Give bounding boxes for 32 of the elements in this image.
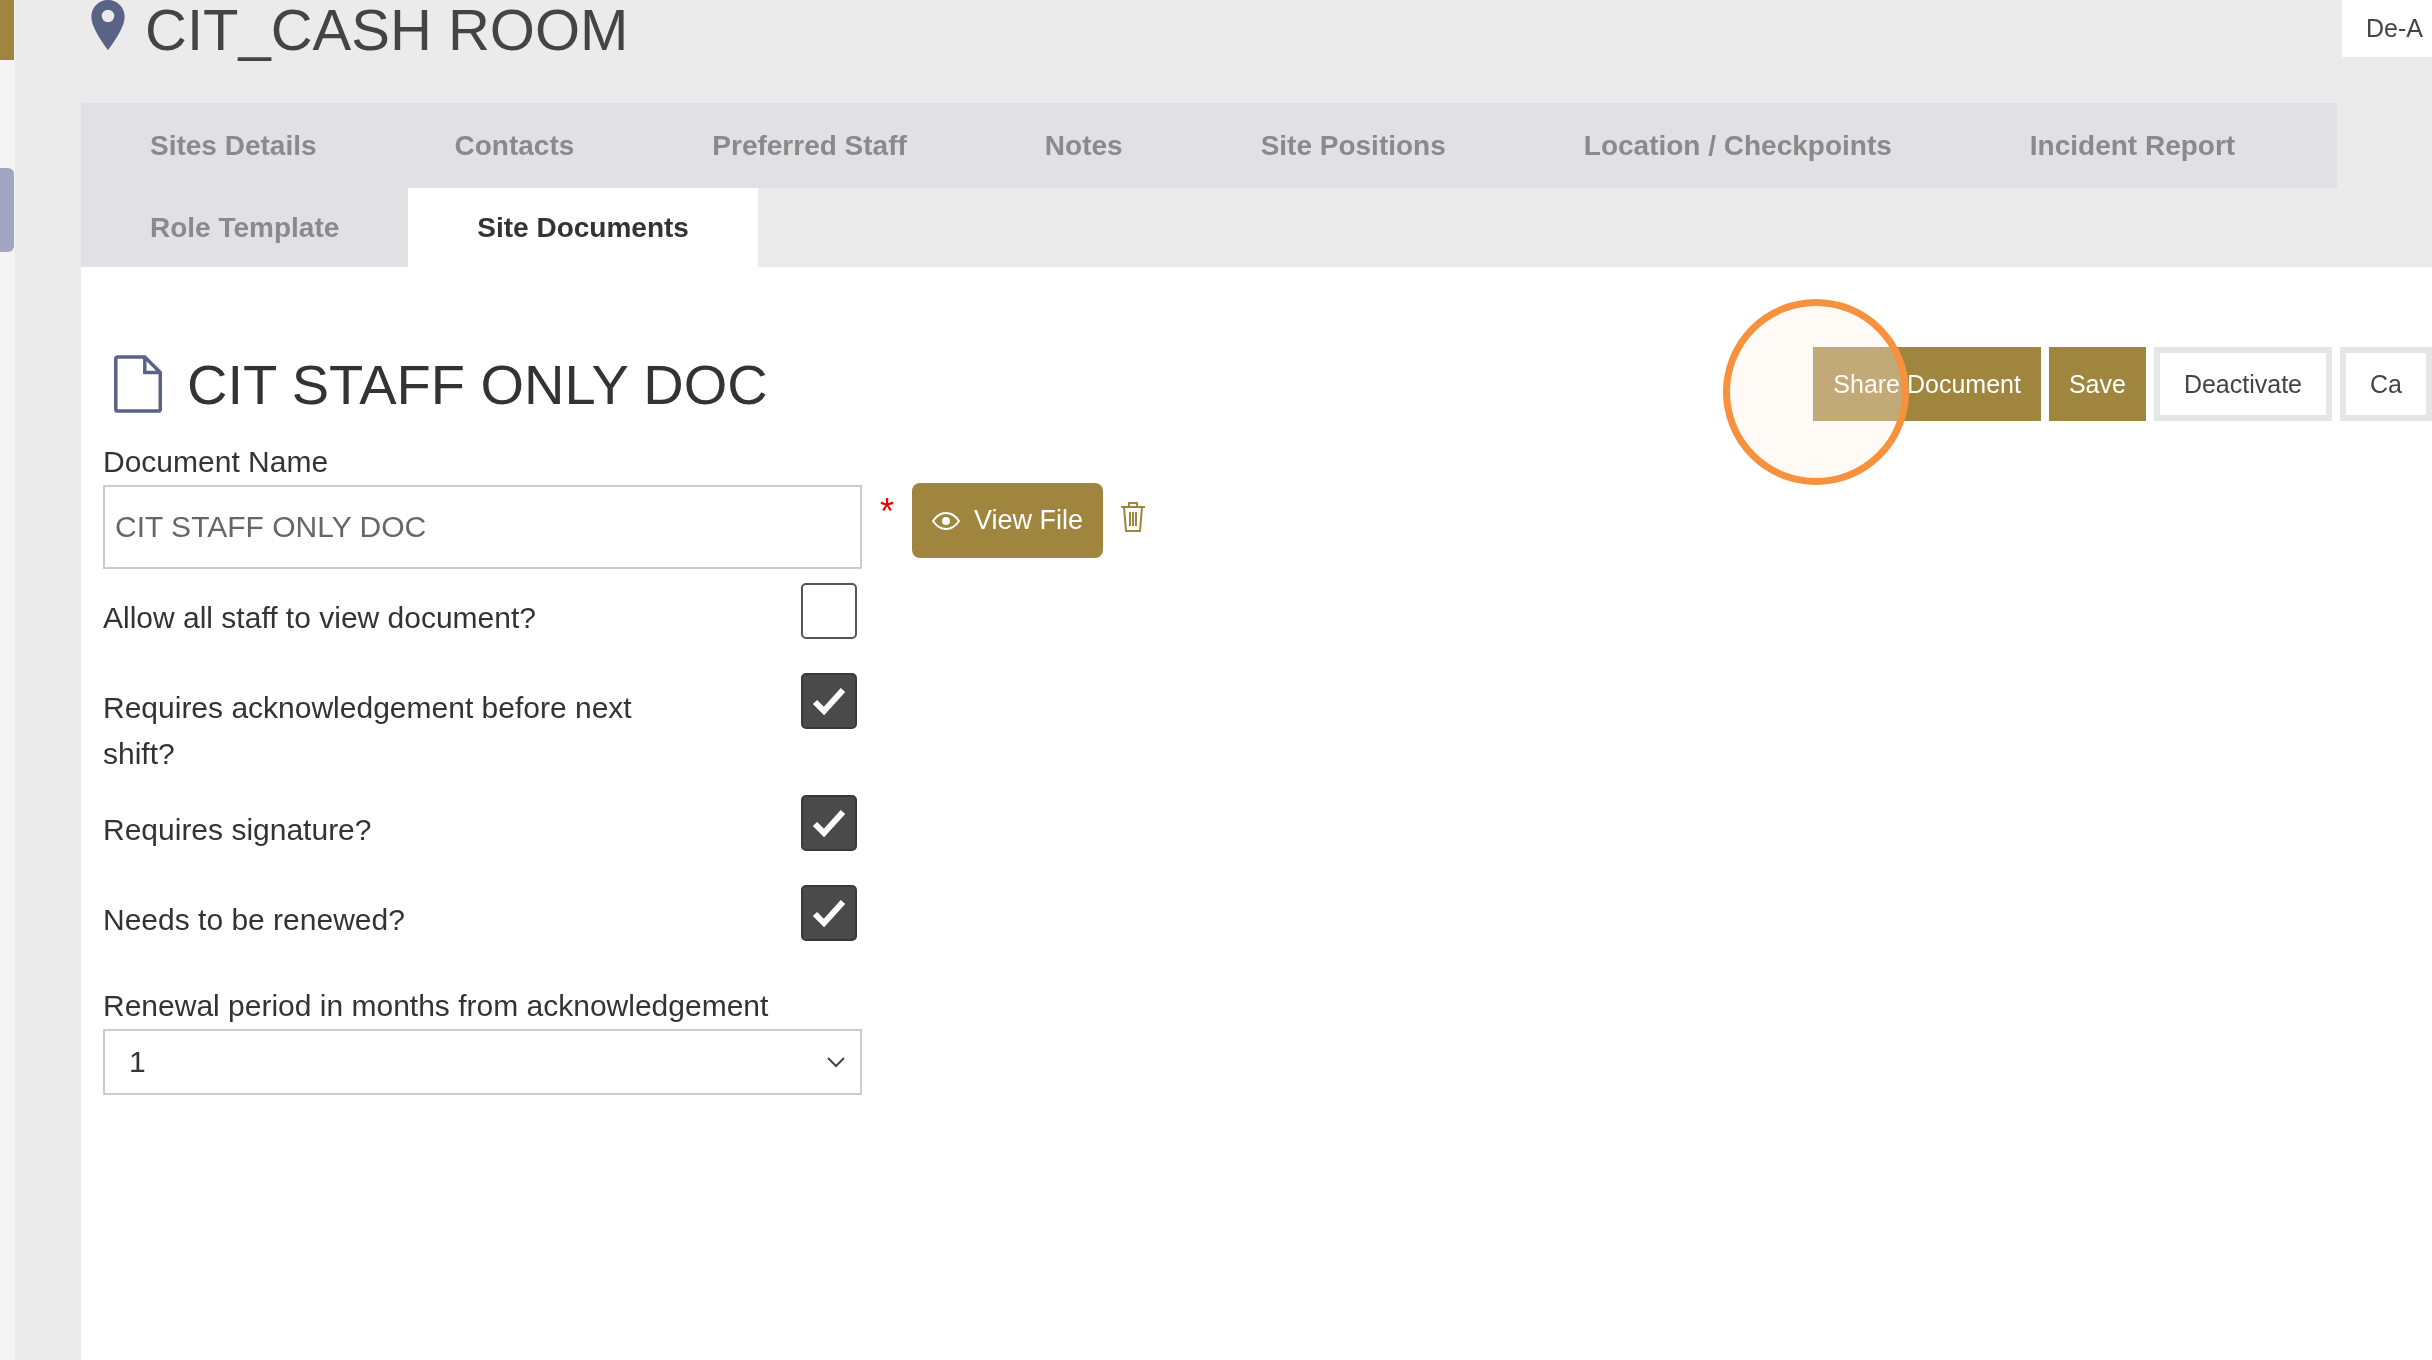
document-title: CIT STAFF ONLY DOC — [187, 351, 768, 417]
action-button[interactable]: Save — [2048, 347, 2146, 421]
field-label: Renewal period in months from acknowledgement — [103, 988, 770, 1024]
checkmark-icon — [812, 898, 846, 928]
eye-icon — [932, 511, 960, 530]
checkmark-icon — [812, 686, 846, 716]
action-button[interactable]: Share Document — [1813, 347, 2041, 421]
brand-accent-bar — [0, 0, 14, 60]
option-label: Needs to be renewed? — [103, 902, 406, 938]
checkbox[interactable] — [801, 583, 857, 639]
checkbox[interactable] — [801, 885, 857, 941]
option-label: Requires acknowledgement before next shift? — [103, 690, 633, 772]
renewal-select[interactable]: 1 — [103, 1029, 862, 1095]
chevron-down-icon — [826, 1056, 846, 1068]
checkmark-icon — [812, 808, 846, 838]
option-label: Requires signature? — [103, 812, 373, 848]
location-pin-icon — [91, 0, 125, 50]
action-button[interactable]: Ca — [2340, 347, 2432, 421]
required-mark: * — [880, 491, 894, 533]
action-button[interactable]: Deactivate — [2153, 347, 2333, 421]
field-label: Document Name — [103, 444, 330, 480]
document-icon — [113, 355, 165, 413]
site-title: CIT_CASH ROOM — [145, 0, 629, 60]
option-label: Allow all staff to view document? — [103, 600, 537, 636]
document-name-input[interactable]: CIT STAFF ONLY DOC — [103, 485, 862, 569]
corner-button[interactable]: De-A — [2342, 0, 2432, 57]
checkbox[interactable] — [801, 795, 857, 851]
tab[interactable]: Site Documents — [408, 188, 758, 267]
tab[interactable]: Role Template — [81, 188, 409, 267]
trash-icon[interactable] — [1119, 501, 1148, 533]
view-file-button[interactable]: View File — [912, 483, 1104, 558]
checkbox[interactable] — [801, 673, 857, 729]
